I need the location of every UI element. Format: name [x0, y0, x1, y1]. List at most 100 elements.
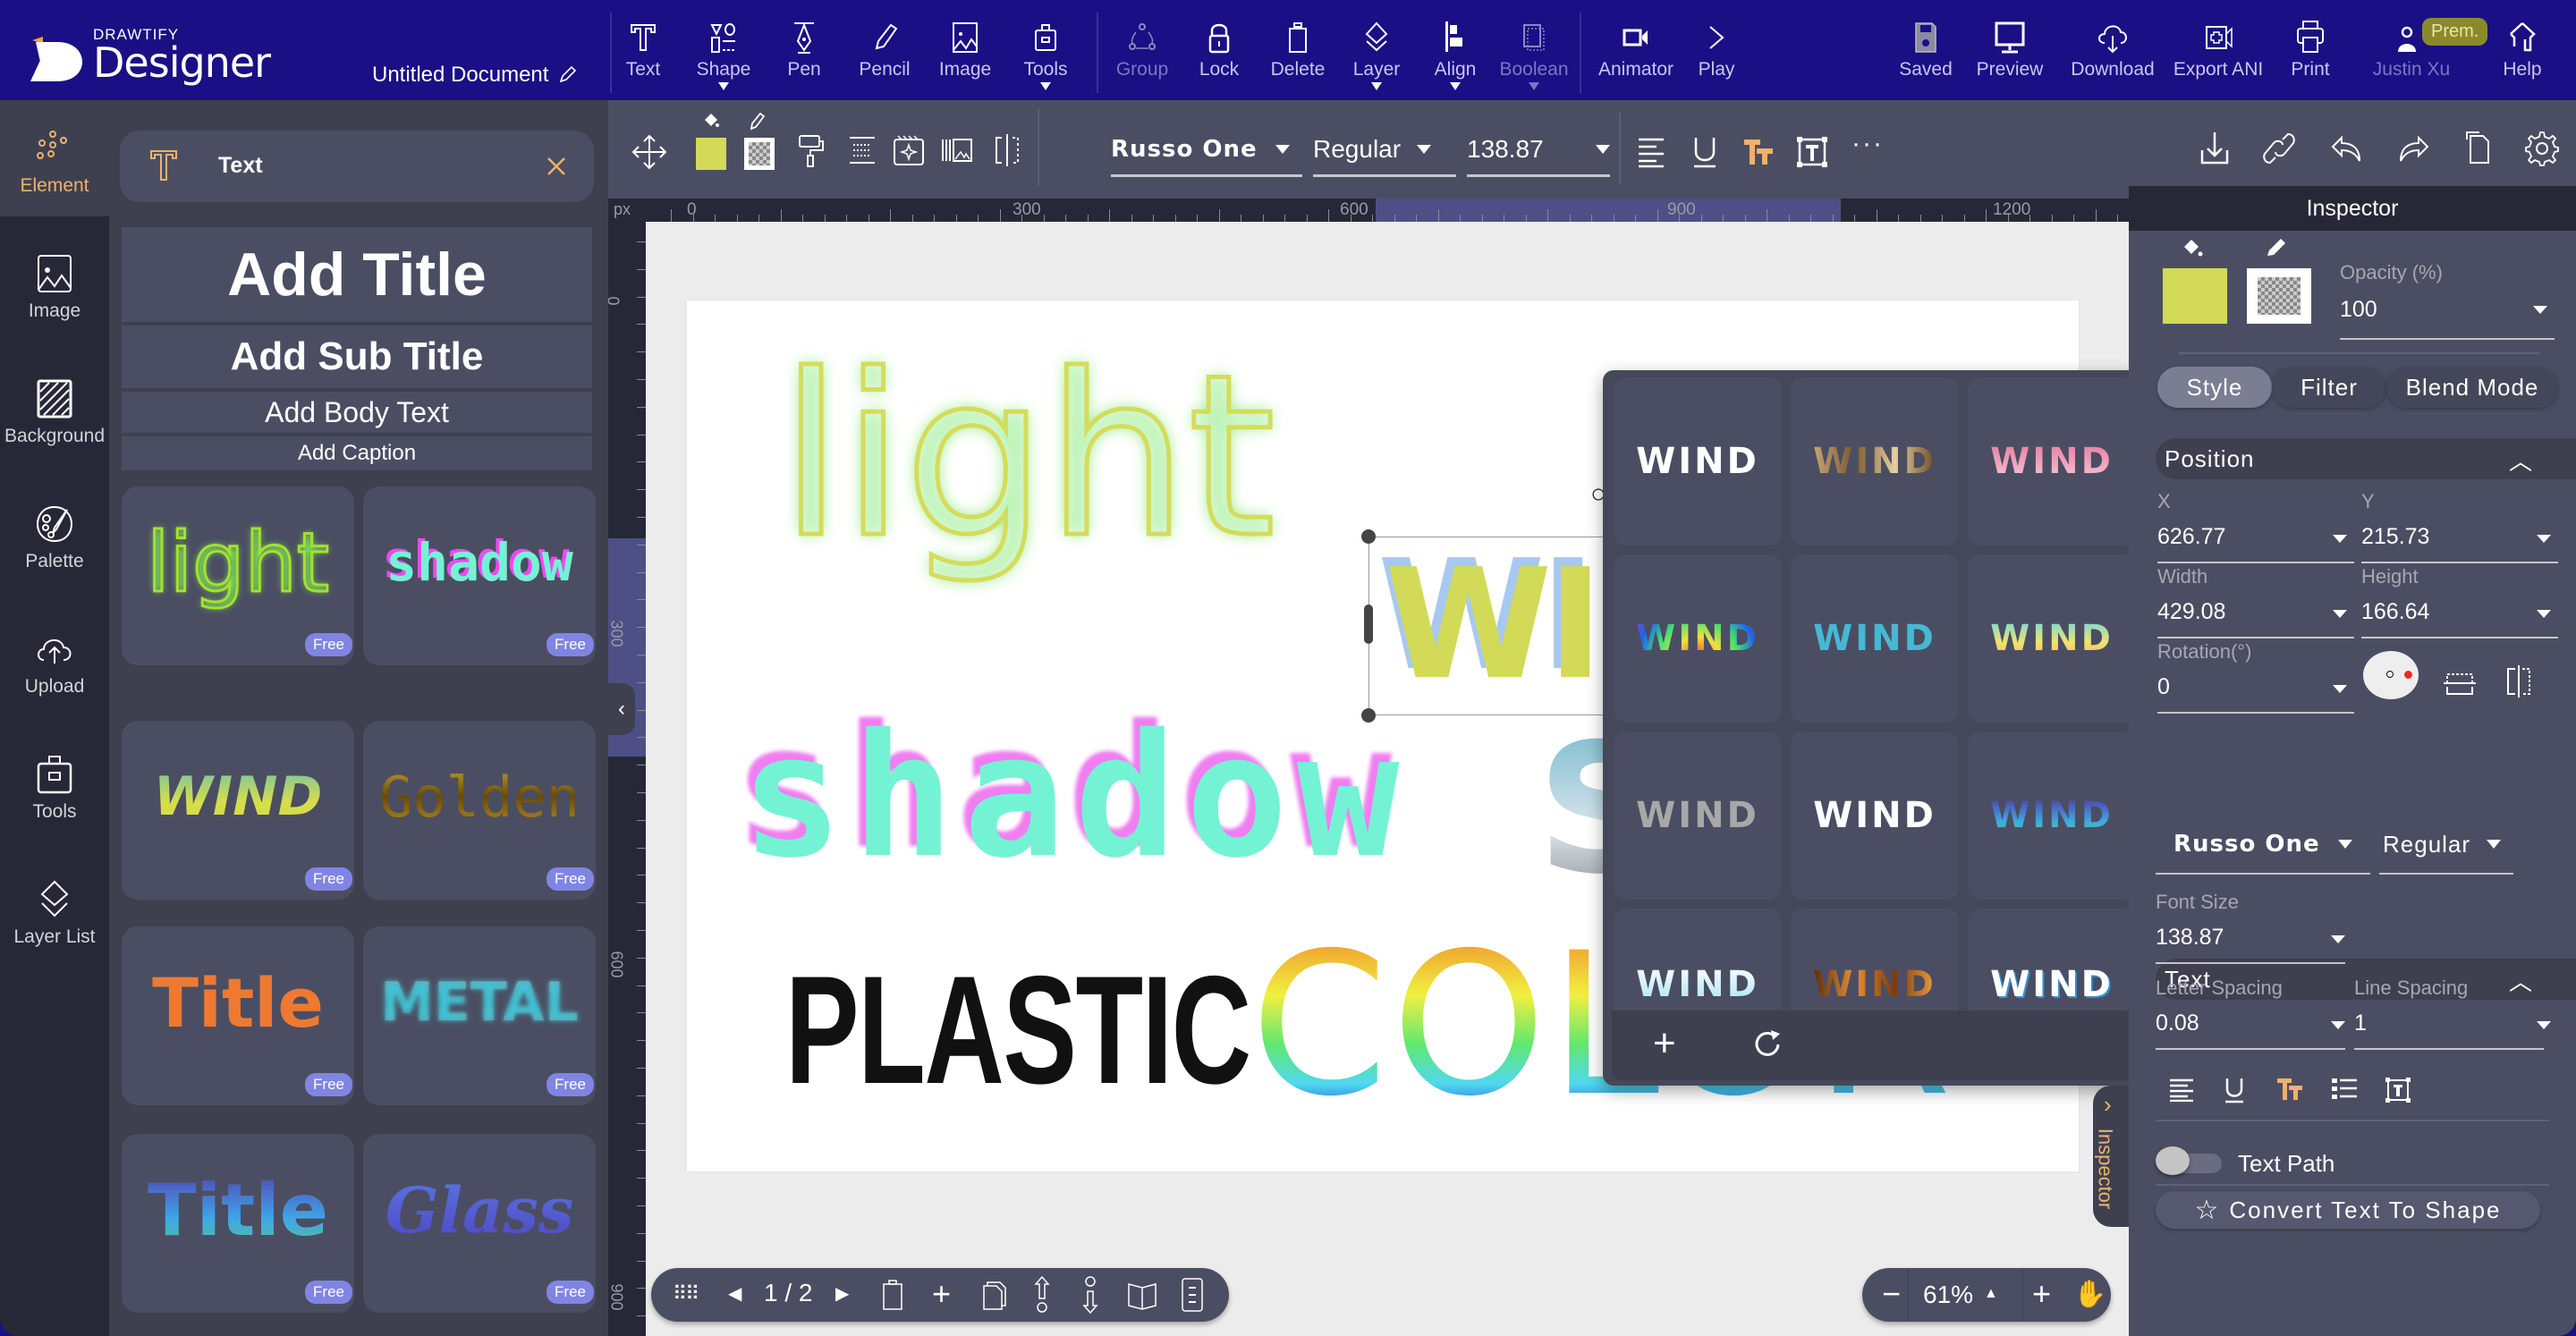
tool-delete[interactable]: Delete: [1259, 20, 1336, 80]
tool-print[interactable]: Print: [2272, 20, 2349, 80]
chevron-down-icon[interactable]: [2533, 306, 2547, 314]
prev-page-icon[interactable]: ◀: [728, 1282, 741, 1305]
delete-page-icon[interactable]: [880, 1279, 905, 1311]
rotation-dial[interactable]: [2363, 651, 2419, 699]
align-left-icon[interactable]: [2168, 1078, 2195, 1102]
sidebar-item-image[interactable]: Image: [0, 254, 109, 322]
underline-icon[interactable]: [1687, 134, 1723, 170]
tool-shape[interactable]: Shape: [685, 20, 762, 90]
add-style-icon[interactable]: +: [1653, 1021, 1676, 1066]
position-section-header[interactable]: Position ︿: [2156, 438, 2576, 479]
letter-spacing-input[interactable]: 0.08: [2156, 1010, 2199, 1036]
template-title-gradient[interactable]: Title Free: [122, 1134, 354, 1313]
width-input[interactable]: 429.08: [2157, 599, 2225, 625]
inspector-toggle-tab[interactable]: › Inspector: [2093, 1086, 2129, 1227]
stroke-color-swatch[interactable]: [2247, 268, 2311, 324]
x-input[interactable]: 626.77: [2157, 524, 2225, 550]
tool-pen[interactable]: Pen: [766, 20, 843, 80]
tool-layer[interactable]: Layer: [1338, 20, 1415, 90]
flip-icon[interactable]: [989, 132, 1025, 168]
add-caption-button[interactable]: Add Caption: [122, 436, 592, 470]
tool-preview[interactable]: Preview: [1971, 20, 2048, 80]
grid-view-icon[interactable]: ⠿⠿: [673, 1282, 699, 1306]
chevron-down-icon[interactable]: [2537, 610, 2551, 618]
text-spacing-icon[interactable]: [844, 132, 880, 168]
flip-horizontal-icon[interactable]: [2504, 665, 2533, 698]
tool-group[interactable]: Group: [1104, 20, 1181, 80]
canvas-text-plastic[interactable]: PLASTIC: [785, 953, 1251, 1107]
import-icon[interactable]: [2197, 131, 2233, 166]
move-page-up-icon[interactable]: [1032, 1275, 1052, 1315]
text-style-option[interactable]: WIND: [1614, 554, 1782, 723]
text-box-icon[interactable]: [1794, 134, 1830, 170]
sidebar-item-tools[interactable]: Tools: [0, 755, 109, 823]
inspector-font-style-select[interactable]: Regular: [2379, 816, 2513, 875]
text-style-option[interactable]: WIND: [1791, 554, 1959, 723]
text-style-option[interactable]: WIND: [1791, 909, 1959, 1010]
pan-hand-icon[interactable]: ✋: [2073, 1279, 2106, 1310]
effects-icon[interactable]: [891, 132, 927, 168]
tool-export-ani[interactable]: Export ANI: [2174, 20, 2263, 80]
canvas-text-light[interactable]: light: [777, 342, 1277, 571]
sidebar-item-upload[interactable]: Upload: [0, 630, 109, 698]
copy-pages-icon[interactable]: [2460, 131, 2496, 166]
chevron-down-icon[interactable]: [2537, 535, 2551, 543]
chevron-down-icon[interactable]: [2333, 610, 2347, 618]
tool-play[interactable]: Play: [1678, 20, 1755, 80]
add-title-button[interactable]: Add Title: [122, 227, 592, 322]
undo-icon[interactable]: [2329, 131, 2365, 166]
chevron-up-icon[interactable]: ▲: [1984, 1286, 1998, 1302]
vertical-ruler[interactable]: px 0 300 600 900 ‹: [608, 199, 646, 1336]
align-left-icon[interactable]: [1633, 134, 1669, 170]
template-shadow[interactable]: shadow Free: [363, 486, 596, 665]
list-icon[interactable]: [2331, 1077, 2358, 1102]
sidebar-item-element[interactable]: Element: [0, 129, 109, 197]
text-box-icon[interactable]: [2385, 1077, 2411, 1103]
zoom-in-button[interactable]: +: [2032, 1275, 2051, 1313]
chevron-down-icon[interactable]: [2333, 535, 2347, 543]
add-subtitle-button[interactable]: Add Sub Title: [122, 326, 592, 388]
inspector-font-family-select[interactable]: Russo One: [2156, 816, 2370, 875]
tab-style[interactable]: Style: [2157, 367, 2272, 408]
zoom-level[interactable]: 61%: [1923, 1281, 1973, 1309]
tool-image[interactable]: Image: [927, 20, 1004, 80]
move-page-down-icon[interactable]: [1080, 1275, 1100, 1315]
canvas-text-wind[interactable]: WI: [1385, 542, 1604, 709]
tool-download[interactable]: Download: [2068, 20, 2157, 80]
line-spacing-input[interactable]: 1: [2354, 1010, 2367, 1036]
template-metal[interactable]: METAL Free: [363, 926, 596, 1105]
sidebar-item-background[interactable]: Background: [0, 379, 109, 447]
template-golden[interactable]: Golden Free: [363, 721, 596, 900]
document-title[interactable]: Untitled Document: [372, 63, 577, 88]
paint-roller-icon[interactable]: [792, 132, 828, 168]
template-light[interactable]: light Free: [122, 486, 354, 665]
tool-animator[interactable]: Animator: [1587, 20, 1685, 80]
underline-icon[interactable]: [2224, 1077, 2245, 1103]
text-path-toggle[interactable]: [2156, 1146, 2222, 1175]
height-input[interactable]: 166.64: [2361, 599, 2429, 625]
canvas-text-shadow[interactable]: shadow: [741, 703, 1408, 890]
tool-help[interactable]: Help: [2478, 20, 2567, 80]
template-title-orange[interactable]: Title Free: [122, 926, 354, 1105]
tab-filter[interactable]: Filter: [2272, 367, 2386, 408]
rotation-dial-knob[interactable]: [2404, 671, 2412, 679]
settings-icon[interactable]: [2524, 131, 2560, 166]
stroke-color-swatch[interactable]: [744, 138, 775, 170]
horizontal-ruler[interactable]: px 0 300 600 900 1200: [608, 199, 2129, 222]
text-style-option[interactable]: WIND: [1968, 909, 2136, 1010]
text-style-option[interactable]: WIND: [1614, 377, 1782, 545]
tool-pencil[interactable]: Pencil: [846, 20, 923, 80]
template-wind[interactable]: WIND Free: [122, 721, 354, 900]
chevron-down-icon[interactable]: [2333, 685, 2347, 693]
add-body-text-button[interactable]: Add Body Text: [122, 392, 592, 433]
tool-boolean[interactable]: Boolean: [1496, 20, 1572, 90]
tool-text[interactable]: Text: [605, 20, 682, 80]
resize-handle[interactable]: [1361, 529, 1376, 544]
text-style-option[interactable]: WIND: [1614, 731, 1782, 900]
close-icon[interactable]: [546, 156, 567, 177]
font-style-select[interactable]: Regular: [1313, 123, 1456, 177]
tool-align[interactable]: Align: [1417, 20, 1494, 90]
resize-handle[interactable]: [1364, 605, 1373, 644]
template-glass[interactable]: Glass Free: [363, 1134, 596, 1313]
sidebar-item-layer-list[interactable]: Layer List: [0, 880, 109, 948]
